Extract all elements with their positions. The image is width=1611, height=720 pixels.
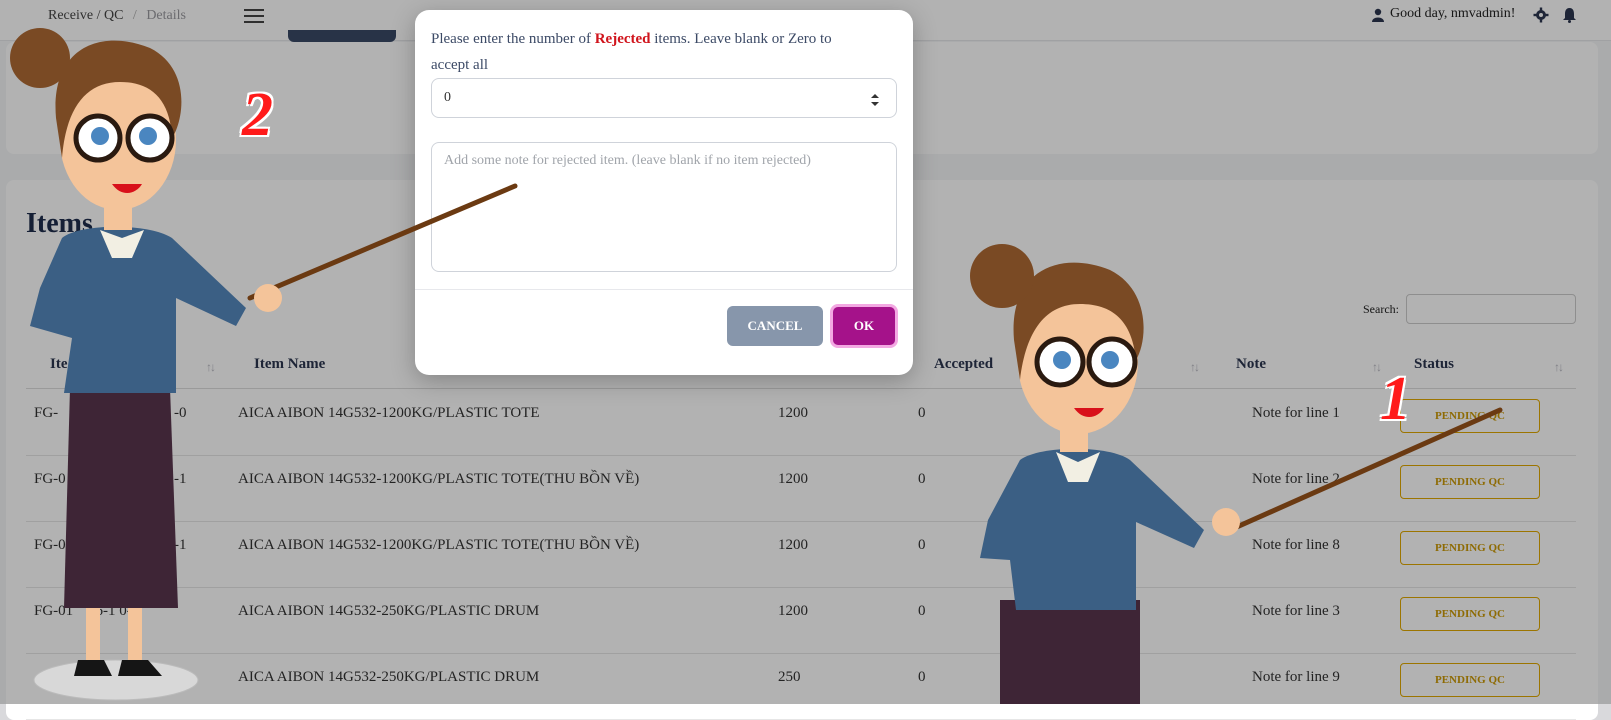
cancel-button[interactable]: CANCEL: [727, 306, 823, 346]
rejected-word: Rejected: [594, 31, 651, 47]
teacher-illustration-right: [970, 244, 1503, 704]
annotation-number-2: 2: [242, 81, 273, 149]
ok-button[interactable]: OK: [830, 304, 898, 348]
number-spinner-icon[interactable]: [869, 92, 881, 108]
annotation-number-1: 1: [1380, 365, 1411, 433]
